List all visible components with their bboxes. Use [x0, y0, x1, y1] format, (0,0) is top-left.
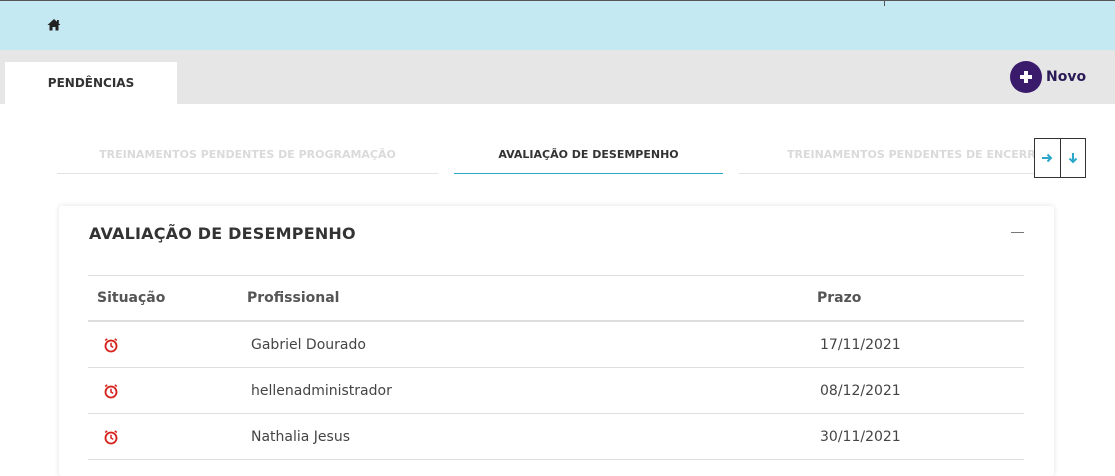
new-button[interactable]: Novo [1010, 61, 1086, 93]
tabs-dropdown-button[interactable] [1059, 139, 1086, 177]
deadline-cell: 30/11/2021 [817, 413, 1024, 460]
arrow-down-icon [1068, 153, 1077, 164]
subtab-underline [739, 173, 1037, 174]
professional-cell: Gabriel Dourado [247, 321, 817, 368]
subtab-pending-programming[interactable]: TREINAMENTOS PENDENTES DE PROGRAMAÇÃO [57, 134, 438, 174]
home-icon[interactable] [46, 17, 62, 33]
deadline-date: 30/11/2021 [820, 428, 901, 445]
tab-pendencias[interactable]: PENDÊNCIAS [5, 62, 177, 104]
tab-label: PENDÊNCIAS [47, 76, 135, 90]
table-row[interactable]: Gabriel Dourado 17/11/2021 [88, 321, 1024, 368]
deadline-cell: 08/12/2021 [817, 367, 1024, 414]
new-button-label: Novo [1046, 69, 1087, 85]
column-header-status[interactable]: Situação [88, 275, 247, 322]
deadline-date: 17/11/2021 [820, 336, 901, 353]
alarm-clock-icon [104, 429, 118, 444]
performance-evaluation-panel: AVALIAÇÃO DE DESEMPENHO Situação Profiss… [59, 206, 1054, 476]
subtab-label: TREINAMENTOS PENDENTES DE ENCERRA [787, 147, 1037, 161]
column-header-professional[interactable]: Profissional [247, 275, 817, 322]
table-row[interactable]: hellenadministrador 08/12/2021 [88, 367, 1024, 414]
deadline-cell: 17/11/2021 [817, 321, 1024, 368]
table-header-row: Situação Profissional Prazo [88, 275, 1024, 322]
status-cell [88, 413, 247, 460]
subtab-underline [454, 173, 723, 174]
table-row[interactable]: Nathalia Jesus 30/11/2021 [88, 413, 1024, 460]
evaluation-table: Situação Profissional Prazo Gabriel Dour… [88, 275, 1024, 460]
status-cell [88, 321, 247, 368]
subtab-navigation [1034, 138, 1086, 178]
panel-title: AVALIAÇÃO DE DESEMPENHO [89, 224, 356, 243]
subtab-label: AVALIAÇÃO DE DESEMPENHO [498, 147, 679, 161]
status-cell [88, 367, 247, 414]
professional-cell: Nathalia Jesus [247, 413, 817, 460]
subtab-label: TREINAMENTOS PENDENTES DE PROGRAMAÇÃO [99, 147, 396, 161]
subtab-performance-evaluation[interactable]: AVALIAÇÃO DE DESEMPENHO [454, 134, 723, 174]
top-bar-divider [884, 1, 885, 6]
next-tab-button[interactable] [1035, 139, 1060, 177]
minus-icon[interactable] [1011, 232, 1024, 233]
subtab-pending-closing[interactable]: TREINAMENTOS PENDENTES DE ENCERRA [739, 134, 1037, 174]
professional-cell: hellenadministrador [247, 367, 817, 414]
deadline-date: 08/12/2021 [820, 382, 901, 399]
arrow-right-icon [1042, 153, 1053, 163]
alarm-clock-icon [104, 383, 118, 398]
sub-tabs: TREINAMENTOS PENDENTES DE PROGRAMAÇÃO AV… [57, 134, 1037, 178]
professional-name: hellenadministrador [251, 382, 392, 399]
main-tabs: PENDÊNCIAS Novo [0, 50, 1115, 104]
alarm-clock-icon [104, 337, 118, 352]
plus-circle-icon [1010, 61, 1042, 93]
professional-name: Gabriel Dourado [251, 336, 366, 353]
professional-name: Nathalia Jesus [251, 428, 351, 445]
top-bar [0, 0, 1115, 51]
subtab-underline [57, 173, 438, 174]
column-header-deadline[interactable]: Prazo [817, 275, 1024, 322]
